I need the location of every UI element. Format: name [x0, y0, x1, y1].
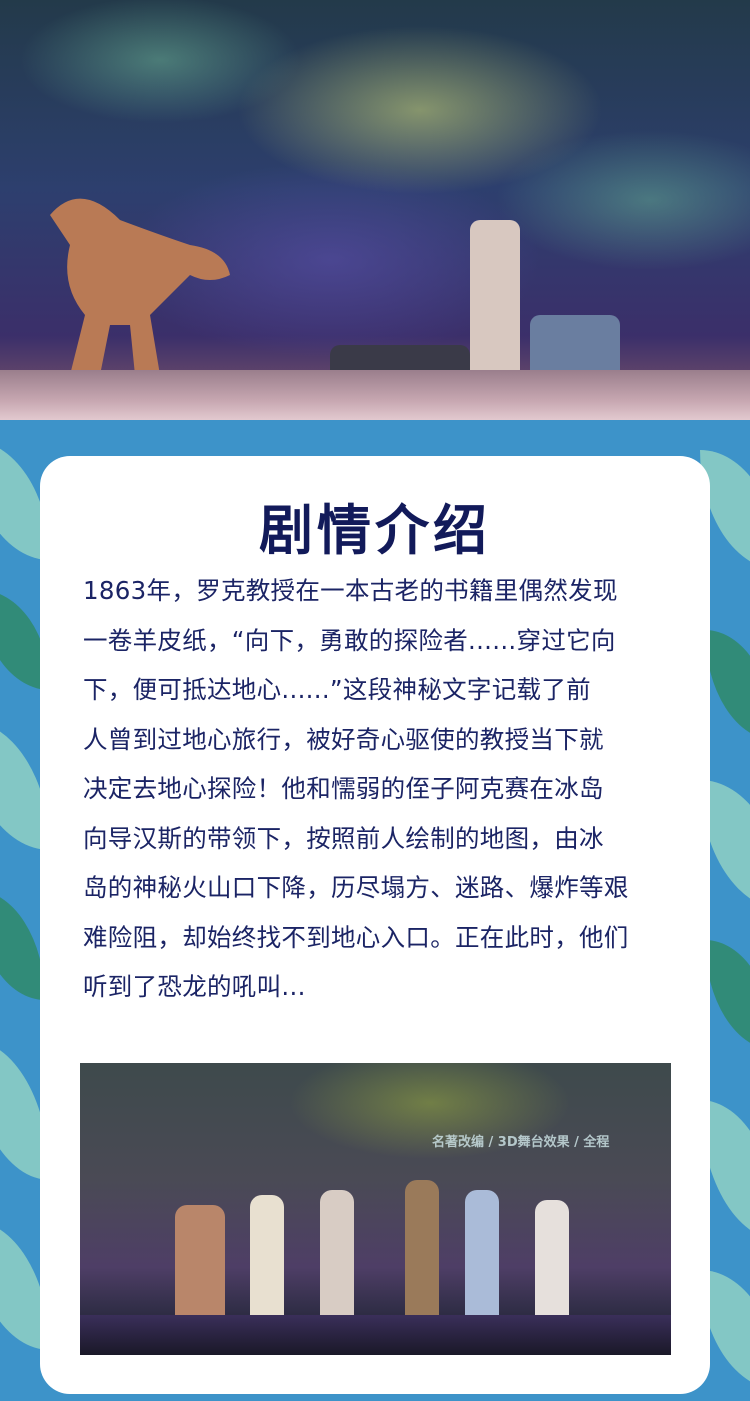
synopsis-line: 人曾到过地心旅行，被好奇心驱使的教授当下就: [83, 724, 604, 754]
synopsis-line: 岛的神秘火山口下降，历尽塌方、迷路、爆炸等艰: [83, 873, 629, 902]
synopsis-line: 1863年，罗克教授在一本古老的书籍里偶然发现: [83, 576, 618, 605]
dinosaur-figure: [50, 198, 230, 375]
cast-member: [405, 1180, 439, 1325]
cast-member: [320, 1190, 354, 1325]
stage-floor: [0, 370, 750, 420]
synopsis-line: 决定去地心探险！他和懦弱的侄子阿克赛在冰岛: [83, 774, 604, 803]
synopsis-line: 听到了恐龙的吼叫...: [83, 972, 306, 1001]
synopsis-line: 一卷羊皮纸，“向下，勇敢的探险者......穿过它向: [83, 625, 616, 655]
hero-stage-photo: [0, 0, 750, 420]
cast-member: [535, 1200, 569, 1325]
synopsis-line: 难险阻，却始终找不到地心入口。正在此时，他们: [83, 922, 629, 952]
cast-member: [465, 1190, 499, 1325]
section-title: 剧情介绍: [259, 499, 491, 562]
synopsis-line: 下，便可抵达地心......”这段神秘文字记载了前: [83, 675, 591, 704]
synopsis-text: 1863年，罗克教授在一本古老的书籍里偶然发现 一卷羊皮纸，“向下，勇敢的探险者…: [83, 566, 683, 1012]
curtain-call-photo: 名著改编 / 3D舞台效果 / 全程: [80, 1063, 671, 1355]
backdrop-text: 名著改编 / 3D舞台效果 / 全程: [432, 1135, 610, 1150]
stage-floor: [80, 1315, 671, 1355]
cast-member: [250, 1195, 284, 1325]
dinosaur-costume: [175, 1205, 225, 1325]
synopsis-line: 向导汉斯的带领下，按照前人绘制的地图，由冰: [83, 823, 604, 853]
